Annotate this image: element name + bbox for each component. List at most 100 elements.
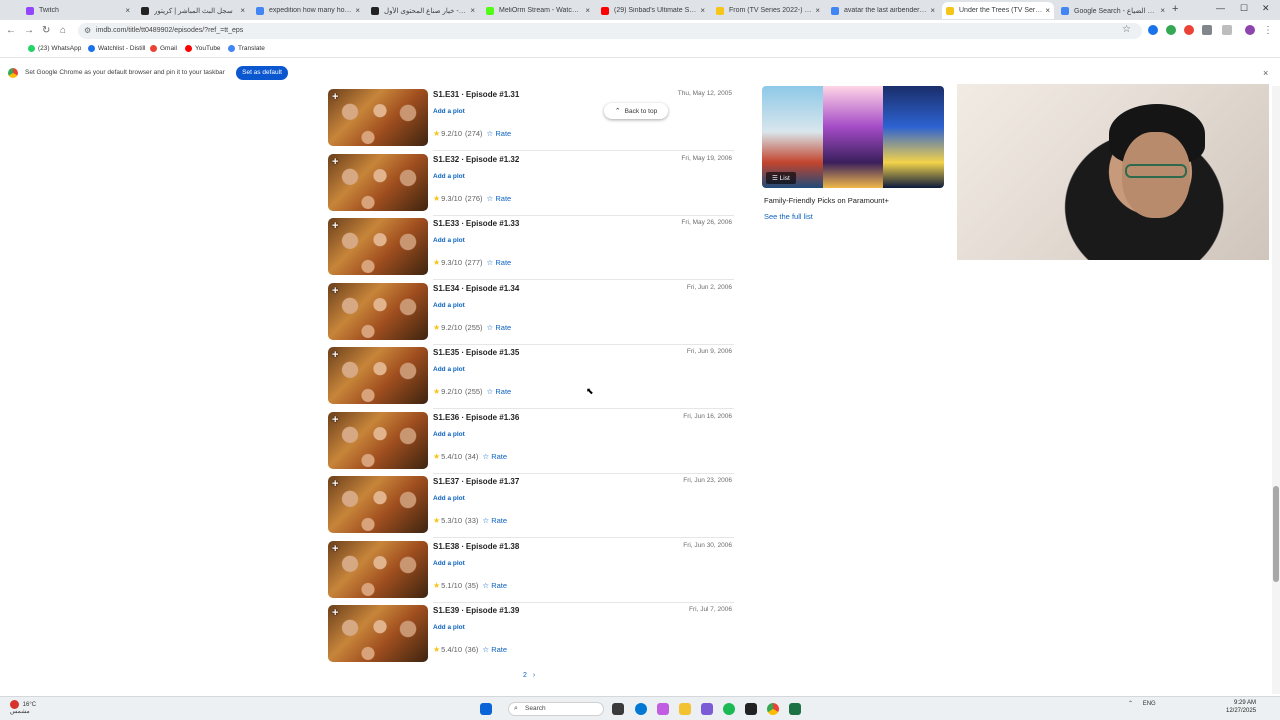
- rate-button[interactable]: ☆ Rate: [487, 323, 512, 332]
- rate-button[interactable]: ☆ Rate: [487, 129, 512, 138]
- episode-title[interactable]: S1.E35 ∙ Episode #1.35: [433, 348, 519, 357]
- set-default-button[interactable]: Set as default: [236, 66, 288, 80]
- tab-close-icon[interactable]: ×: [125, 6, 130, 15]
- bookmark-item[interactable]: Translate: [228, 45, 265, 52]
- episode-thumbnail[interactable]: +: [328, 411, 428, 469]
- edge-icon[interactable]: [635, 703, 647, 715]
- rate-button[interactable]: ☆ Rate: [487, 194, 512, 203]
- scrollbar-thumb[interactable]: [1273, 486, 1279, 582]
- chrome-icon[interactable]: [767, 703, 779, 715]
- episode-title[interactable]: S1.E34 ∙ Episode #1.34: [433, 284, 519, 293]
- featured-list-card[interactable]: ☰ List: [762, 86, 944, 188]
- tray-lang[interactable]: ENG: [1143, 701, 1156, 707]
- add-plot-link[interactable]: Add a plot: [433, 237, 465, 244]
- episode-title[interactable]: S1.E37 ∙ Episode #1.37: [433, 477, 519, 486]
- browser-tab[interactable]: From (TV Series 2022-) - Epi...×: [712, 2, 824, 19]
- clock[interactable]: 9:29 AM 12/27/2025: [1226, 699, 1256, 715]
- close-window-icon[interactable]: ✕: [1262, 3, 1270, 14]
- add-plot-link[interactable]: Add a plot: [433, 495, 465, 502]
- site-info-icon[interactable]: ⚙: [84, 23, 91, 39]
- forward-icon[interactable]: →: [24, 25, 34, 36]
- minimize-icon[interactable]: —: [1216, 3, 1225, 13]
- bookmark-item[interactable]: Gmail: [150, 45, 177, 52]
- copilot-icon[interactable]: [657, 703, 669, 715]
- maximize-icon[interactable]: ☐: [1240, 3, 1248, 14]
- browser-tab[interactable]: (29) Sinbad's Ultimate Sacrifi...×: [597, 2, 709, 19]
- episode-thumbnail[interactable]: +: [328, 605, 428, 662]
- tab-close-icon[interactable]: ×: [240, 6, 245, 15]
- back-to-top-button[interactable]: ⌃ Back to top: [604, 103, 668, 119]
- tab-close-icon[interactable]: ×: [1045, 6, 1050, 15]
- tab-close-icon[interactable]: ×: [930, 6, 935, 15]
- browser-tab[interactable]: Google Search - سنوات الضياع×: [1057, 2, 1169, 19]
- browser-tab[interactable]: Twitch ×: [22, 2, 134, 19]
- spotify-icon[interactable]: [723, 703, 735, 715]
- extension-icon[interactable]: [1148, 25, 1158, 35]
- file-explorer-icon[interactable]: [679, 703, 691, 715]
- episode-thumbnail[interactable]: +: [328, 218, 428, 275]
- episode-title[interactable]: S1.E38 ∙ Episode #1.38: [433, 542, 519, 551]
- episode-title[interactable]: S1.E31 ∙ Episode #1.31: [433, 90, 519, 99]
- add-plot-link[interactable]: Add a plot: [433, 560, 465, 567]
- rate-button[interactable]: ☆ Rate: [482, 645, 507, 654]
- add-watchlist-icon[interactable]: +: [332, 543, 338, 555]
- tab-close-icon[interactable]: ×: [1160, 6, 1165, 15]
- episode-thumbnail[interactable]: +: [328, 282, 428, 340]
- next-page-icon[interactable]: ›: [533, 672, 535, 679]
- weather-widget[interactable]: 16°C مشمس: [10, 700, 36, 716]
- add-watchlist-icon[interactable]: +: [332, 478, 338, 490]
- excel-icon[interactable]: [789, 703, 801, 715]
- add-watchlist-icon[interactable]: +: [332, 285, 338, 297]
- list-title[interactable]: Family-Friendly Picks on Paramount+: [764, 196, 889, 205]
- bookmark-item[interactable]: (23) WhatsApp: [28, 45, 81, 52]
- episode-thumbnail[interactable]: +: [328, 540, 428, 598]
- see-full-list-link[interactable]: See the full list: [764, 212, 813, 221]
- app-icon[interactable]: [701, 703, 713, 715]
- add-plot-link[interactable]: Add a plot: [433, 302, 465, 309]
- add-watchlist-icon[interactable]: +: [332, 91, 338, 103]
- tab-close-icon[interactable]: ×: [585, 6, 590, 15]
- page-scrollbar[interactable]: [1272, 86, 1280, 694]
- browser-tab[interactable]: كريتور - خيار صناع المحتوى الأول×: [367, 2, 479, 19]
- episode-title[interactable]: S1.E36 ∙ Episode #1.36: [433, 413, 519, 422]
- add-plot-link[interactable]: Add a plot: [433, 431, 465, 438]
- rate-button[interactable]: ☆ Rate: [487, 258, 512, 267]
- bookmark-item[interactable]: YouTube: [185, 45, 221, 52]
- browser-tab[interactable]: سجل البث المباشر | كريتور ×: [137, 2, 249, 19]
- reload-icon[interactable]: ↻: [42, 25, 50, 36]
- tab-close-icon[interactable]: ×: [700, 6, 705, 15]
- sidebar-icon[interactable]: [1222, 25, 1232, 35]
- rate-button[interactable]: ☆ Rate: [482, 581, 507, 590]
- add-plot-link[interactable]: Add a plot: [433, 366, 465, 373]
- add-plot-link[interactable]: Add a plot: [433, 173, 465, 180]
- episode-thumbnail[interactable]: +: [328, 347, 428, 404]
- taskbar-search[interactable]: ⌕ Search: [508, 702, 604, 716]
- rate-button[interactable]: ☆ Rate: [487, 387, 512, 396]
- rate-button[interactable]: ☆ Rate: [482, 452, 507, 461]
- infobar-close-icon[interactable]: ×: [1263, 68, 1268, 78]
- tab-close-icon[interactable]: ×: [470, 6, 475, 15]
- browser-tab[interactable]: MeliOrm Stream - Watch Live ×: [482, 2, 594, 19]
- back-icon[interactable]: ←: [6, 25, 16, 36]
- home-icon[interactable]: ⌂: [60, 25, 66, 36]
- add-watchlist-icon[interactable]: +: [332, 349, 338, 361]
- tab-close-icon[interactable]: ×: [355, 6, 360, 15]
- add-watchlist-icon[interactable]: +: [332, 607, 338, 619]
- add-plot-link[interactable]: Add a plot: [433, 624, 465, 631]
- episode-title[interactable]: S1.E32 ∙ Episode #1.32: [433, 155, 519, 164]
- add-plot-link[interactable]: Add a plot: [433, 108, 465, 115]
- bookmark-item[interactable]: Watchlist - Distill: [88, 45, 145, 52]
- address-bar[interactable]: ⚙ imdb.com/title/tt0489902/episodes/?ref…: [78, 23, 1142, 39]
- browser-tab[interactable]: expedition how many hours ×: [252, 2, 364, 19]
- extension-icon[interactable]: [1166, 25, 1176, 35]
- app-icon[interactable]: [745, 703, 757, 715]
- episode-title[interactable]: S1.E39 ∙ Episode #1.39: [433, 606, 519, 615]
- rate-button[interactable]: ☆ Rate: [482, 516, 507, 525]
- chevron-up-icon[interactable]: ⌃: [1128, 701, 1133, 707]
- profile-avatar[interactable]: [1245, 25, 1255, 35]
- page-number[interactable]: 2: [523, 672, 527, 679]
- add-watchlist-icon[interactable]: +: [332, 156, 338, 168]
- bookmark-star-icon[interactable]: ☆: [1122, 24, 1131, 35]
- episode-thumbnail[interactable]: +: [328, 89, 428, 146]
- episode-thumbnail[interactable]: +: [328, 476, 428, 533]
